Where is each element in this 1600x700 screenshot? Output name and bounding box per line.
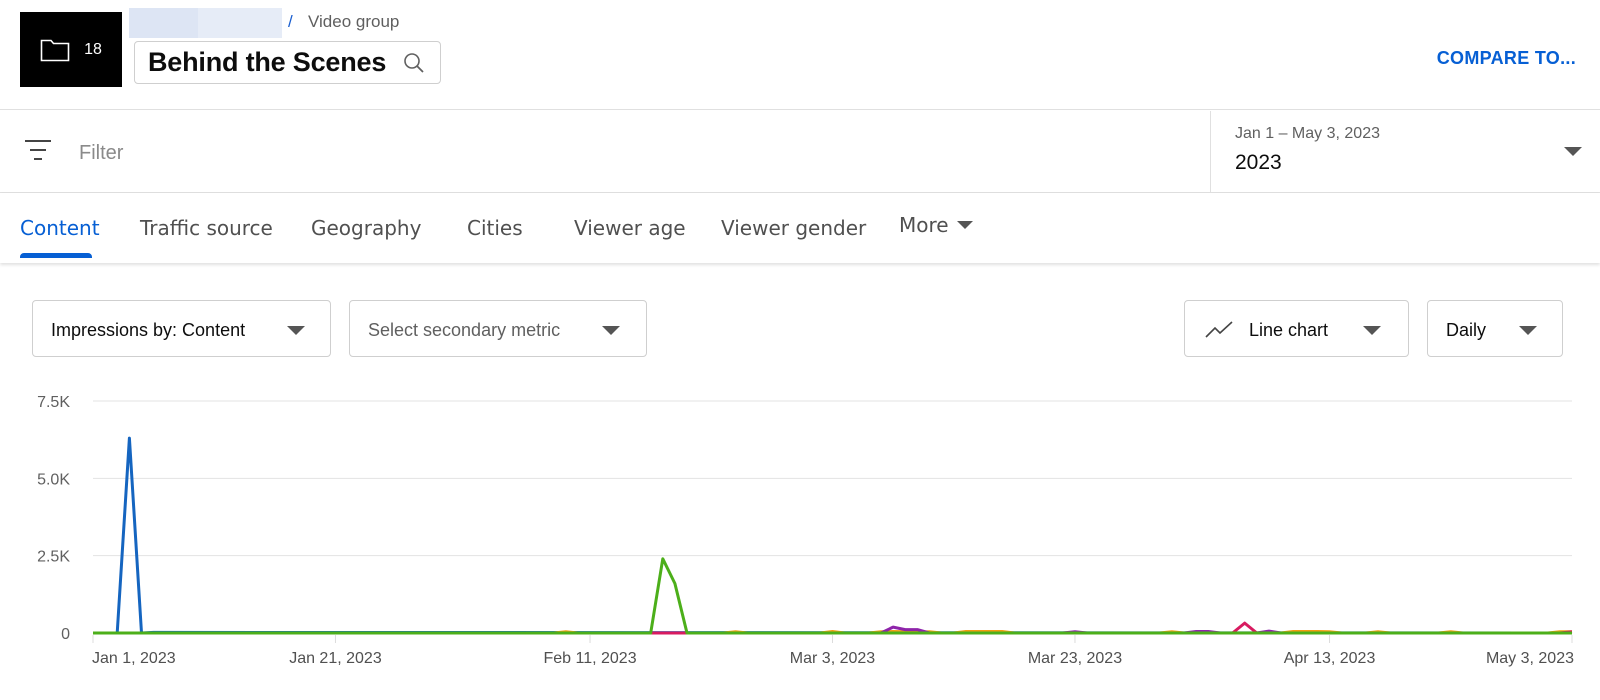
tab-viewer-gender[interactable]: Viewer gender	[721, 216, 866, 240]
header: 18 / Video group Behind the Scenes COMPA…	[0, 0, 1600, 110]
chart-grid	[93, 400, 1572, 557]
chevron-down-icon	[602, 326, 620, 335]
report-tabs: Content Traffic source Geography Cities …	[0, 193, 1600, 263]
breadcrumb-separator: /	[288, 12, 293, 31]
chevron-down-icon	[956, 220, 973, 229]
search-icon[interactable]	[402, 51, 426, 80]
compare-to-button[interactable]: COMPARE TO...	[1437, 48, 1576, 69]
group-title-selector[interactable]: Behind the Scenes	[134, 41, 441, 84]
y-tick-label: 0	[61, 626, 70, 643]
tab-viewer-age[interactable]: Viewer age	[574, 216, 686, 240]
series-line	[93, 557, 1572, 635]
chevron-down-icon	[287, 326, 305, 335]
secondary-metric-placeholder: Select secondary metric	[368, 320, 561, 340]
chevron-down-icon	[1363, 326, 1381, 335]
x-tick-label: Jan 1, 2023	[92, 650, 176, 667]
date-preset: 2023	[1235, 151, 1282, 174]
x-tick-label: Mar 3, 2023	[790, 650, 875, 667]
x-axis-ticks: Jan 1, 2023 Jan 21, 2023 Feb 11, 2023 Mar 3…	[92, 635, 1574, 667]
interval-dropdown[interactable]: Daily	[1427, 300, 1563, 357]
x-tick-label: Feb 11, 2023	[543, 650, 636, 667]
tab-cities[interactable]: Cities	[467, 216, 523, 240]
x-tick-label: Mar 23, 2023	[1028, 650, 1122, 667]
y-tick-label: 2.5K	[37, 549, 70, 566]
chart-series	[93, 436, 1573, 635]
breadcrumb-channel-redacted[interactable]	[129, 8, 282, 38]
secondary-metric-dropdown[interactable]: Select secondary metric	[349, 300, 647, 357]
y-tick-label: 7.5K	[37, 394, 70, 411]
chevron-down-icon	[1519, 326, 1537, 335]
video-group-thumbnail[interactable]: 18	[20, 12, 122, 87]
breadcrumb-current: Video group	[308, 12, 400, 31]
x-tick-label: Jan 21, 2023	[289, 650, 382, 667]
filter-bar: Filter Jan 1 – May 3, 2023 2023	[0, 111, 1600, 193]
filter-icon[interactable]	[25, 139, 51, 166]
page-title: Behind the Scenes	[148, 47, 387, 77]
tab-content[interactable]: Content	[20, 216, 100, 240]
chevron-down-icon	[1564, 147, 1582, 156]
x-tick-label: May 3, 2023	[1486, 650, 1574, 667]
chart-type-dropdown[interactable]: Line chart	[1184, 300, 1409, 357]
primary-metric-dropdown[interactable]: Impressions by: Content	[32, 300, 331, 357]
y-axis-ticks: 0 2.5K 5.0K 7.5K	[37, 394, 70, 643]
chart-type-label: Line chart	[1249, 320, 1329, 340]
group-item-count: 18	[84, 40, 102, 58]
interval-label: Daily	[1446, 320, 1487, 340]
y-tick-label: 5.0K	[37, 471, 70, 488]
active-tab-indicator	[20, 253, 92, 258]
date-range-selector[interactable]: Jan 1 – May 3, 2023 2023	[1210, 111, 1600, 193]
tab-more[interactable]: More	[899, 213, 973, 237]
filter-input[interactable]: Filter	[79, 142, 123, 165]
x-tick-label: Apr 13, 2023	[1284, 650, 1376, 667]
line-chart-icon	[1205, 320, 1233, 343]
tab-more-label: More	[899, 213, 949, 237]
folder-icon	[40, 38, 70, 62]
primary-metric-label: Impressions by: Content	[51, 320, 246, 340]
tab-geography[interactable]: Geography	[311, 216, 421, 240]
impressions-line-chart[interactable]: 0 2.5K 5.0K 7.5K Jan 1, 2023 Jan 21, 2023 Feb…	[0, 380, 1600, 700]
date-range-text: Jan 1 – May 3, 2023	[1235, 125, 1380, 142]
series-line	[93, 436, 1573, 635]
tab-traffic-source[interactable]: Traffic source	[140, 216, 273, 240]
